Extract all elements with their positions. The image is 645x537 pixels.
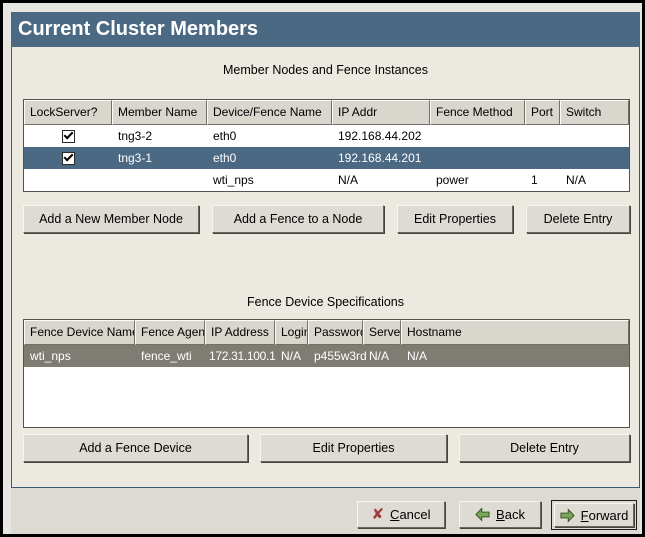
cell-switch: N/A	[560, 173, 629, 187]
members-table-title: Member Nodes and Fence Instances	[12, 63, 639, 77]
column-header-fence-agent[interactable]: Fence Agent	[135, 320, 205, 345]
table-row-selected[interactable]: tng3-1 eth0 192.168.44.201	[24, 147, 629, 169]
column-header-device-fence-name[interactable]: Device/Fence Name	[207, 100, 332, 125]
cell-member-name: tng3-2	[112, 129, 207, 143]
column-header-port[interactable]: Port	[525, 100, 560, 125]
cell-server: N/A	[363, 349, 401, 363]
add-member-node-button[interactable]: Add a New Member Node	[23, 205, 199, 233]
cell-fence-device-name: wti_nps	[24, 349, 135, 363]
column-header-member-name[interactable]: Member Name	[112, 100, 207, 125]
forward-arrow-icon	[560, 508, 575, 523]
column-header-lockserver[interactable]: LockServer?	[24, 100, 112, 125]
cell-ip-address: 172.31.100.1	[205, 349, 275, 363]
cell-password: p455w3rd	[308, 349, 363, 363]
cancel-icon: ✘	[371, 507, 384, 522]
lockserver-checkbox[interactable]	[62, 152, 75, 165]
content-panel: Member Nodes and Fence Instances LockSer…	[11, 47, 640, 488]
table-row[interactable]: tng3-2 eth0 192.168.44.202	[24, 125, 629, 147]
window-title: Current Cluster Members	[18, 18, 258, 40]
cell-login: N/A	[275, 349, 308, 363]
fence-devices-table: Fence Device Name Fence Agent IP Address…	[23, 319, 630, 428]
screen: { "window": { "title": "Current Cluster …	[0, 0, 645, 537]
cell-ip-addr: 192.168.44.202	[332, 129, 430, 143]
cell-fence-method: power	[430, 173, 525, 187]
cell-device-fence-name: eth0	[207, 151, 332, 165]
cell-fence-agent: fence_wti	[135, 349, 205, 363]
cell-port: 1	[525, 173, 560, 187]
back-arrow-icon	[475, 507, 490, 522]
column-header-hostname[interactable]: Hostname	[401, 320, 629, 345]
cancel-button-label: Cancel	[390, 507, 430, 522]
back-button-label: Back	[496, 507, 525, 522]
column-header-fence-method[interactable]: Fence Method	[430, 100, 525, 125]
delete-member-entry-button[interactable]: Delete Entry	[526, 205, 630, 233]
fence-devices-table-header: Fence Device Name Fence Agent IP Address…	[24, 320, 629, 345]
member-nodes-table: LockServer? Member Name Device/Fence Nam…	[23, 99, 630, 192]
fence-devices-table-title: Fence Device Specifications	[12, 295, 639, 309]
window-title-bar: Current Cluster Members	[11, 12, 640, 47]
delete-fence-entry-button[interactable]: Delete Entry	[459, 434, 630, 462]
add-fence-device-button[interactable]: Add a Fence Device	[23, 434, 248, 462]
column-header-login[interactable]: Login	[275, 320, 308, 345]
cell-ip-addr: 192.168.44.201	[332, 151, 430, 165]
table-row-selected[interactable]: wti_nps fence_wti 172.31.100.1 N/A p455w…	[24, 345, 629, 367]
column-header-switch[interactable]: Switch	[560, 100, 629, 125]
forward-button[interactable]: Forward	[554, 503, 634, 527]
back-button[interactable]: Back	[459, 501, 541, 528]
edit-fence-properties-button[interactable]: Edit Properties	[260, 434, 447, 462]
table-row[interactable]: wti_nps N/A power 1 N/A	[24, 169, 629, 191]
edit-member-properties-button[interactable]: Edit Properties	[397, 205, 513, 233]
default-button-ring: Forward	[551, 500, 637, 530]
window-frame: Current Cluster Members Member Nodes and…	[3, 3, 642, 534]
add-fence-to-node-button[interactable]: Add a Fence to a Node	[212, 205, 384, 233]
cell-ip-addr: N/A	[332, 173, 430, 187]
cell-member-name: tng3-1	[112, 151, 207, 165]
column-header-password[interactable]: Password	[308, 320, 363, 345]
cell-hostname: N/A	[401, 349, 629, 363]
member-nodes-table-header: LockServer? Member Name Device/Fence Nam…	[24, 100, 629, 125]
column-header-ip-address[interactable]: IP Address	[205, 320, 275, 345]
cell-device-fence-name: wti_nps	[207, 173, 332, 187]
action-bar: ✘ Cancel Back Forward	[11, 488, 640, 534]
cell-device-fence-name: eth0	[207, 129, 332, 143]
column-header-ip-addr[interactable]: IP Addr	[332, 100, 430, 125]
lockserver-checkbox[interactable]	[62, 130, 75, 143]
column-header-fence-device-name[interactable]: Fence Device Name	[24, 320, 135, 345]
forward-button-label: Forward	[581, 508, 629, 523]
column-header-server[interactable]: Server	[363, 320, 401, 345]
cancel-button[interactable]: ✘ Cancel	[357, 501, 445, 528]
